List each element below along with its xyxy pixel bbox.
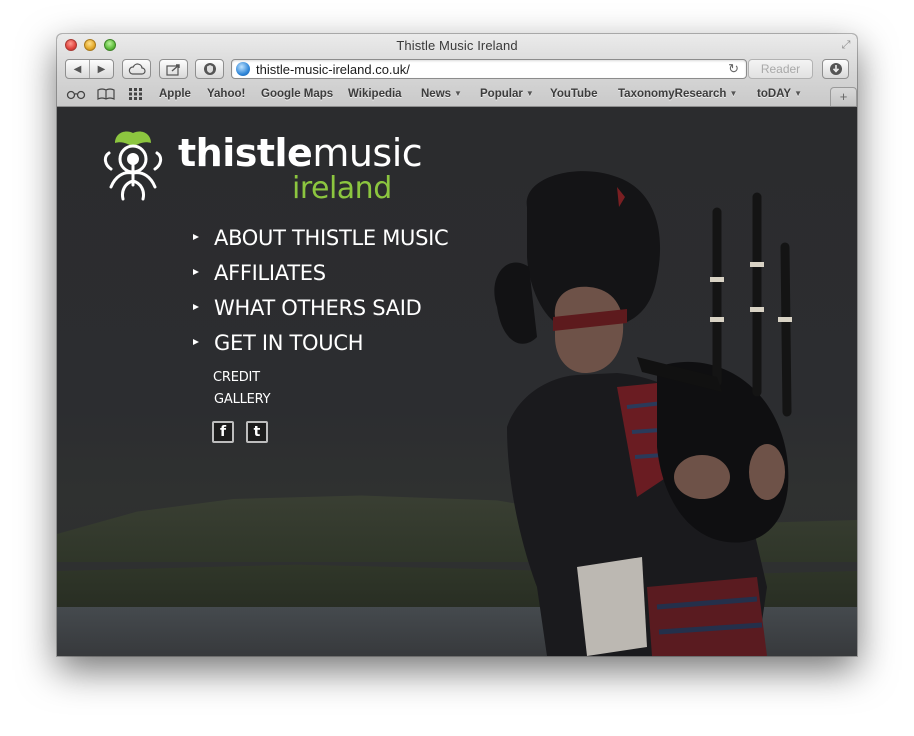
reading-list-icon[interactable] [66, 87, 86, 105]
credit-link[interactable]: CREDIT [213, 370, 260, 385]
new-tab-button[interactable]: + [830, 87, 857, 106]
dropdown-caret-icon: ▼ [454, 89, 462, 98]
triangle-bullet-icon [193, 304, 199, 310]
gallery-link[interactable]: GALLERY [214, 392, 271, 407]
fullscreen-icon[interactable]: ⤢ [839, 38, 853, 52]
globe-icon [236, 62, 250, 76]
logo-word-bold: thistle [178, 131, 313, 175]
nav-item-label: AFFILIATES [214, 261, 326, 285]
nav-item-label: WHAT OTHERS SAID [214, 296, 422, 320]
bookmark-folder-popular[interactable]: Popular ▼ [480, 88, 534, 100]
extension-button[interactable] [195, 59, 224, 79]
bagpiper-photo [494, 171, 792, 656]
dropdown-caret-icon: ▼ [794, 89, 803, 98]
bookmark-label: TaxonomyResearch [618, 88, 727, 100]
share-icon [165, 63, 180, 76]
bookmark-label: Yahoo! [207, 88, 246, 100]
bookmark-label: Google Maps [261, 88, 334, 100]
nav-item-label: ABOUT THISTLE MUSIC [214, 226, 449, 250]
bookmark-folder-taxonomyresearch[interactable]: TaxonomyResearch ▼ [618, 88, 737, 100]
back-arrow-icon[interactable]: ◀ [66, 64, 89, 75]
address-bar[interactable]: thistle-music-ireland.co.uk/ ↻ [231, 59, 747, 79]
top-sites-grid-icon[interactable] [128, 87, 144, 105]
triangle-bullet-icon [193, 269, 199, 275]
cloud-icon [128, 63, 146, 75]
download-icon [829, 63, 842, 75]
bookmark-youtube[interactable]: YouTube [550, 88, 597, 100]
bookmark-label: toDAY [757, 88, 792, 100]
bookmark-apple[interactable]: Apple [159, 88, 191, 100]
bookmark-folder-today[interactable]: toDAY ▼ [757, 88, 802, 100]
facebook-icon[interactable]: f [212, 421, 234, 443]
logo-subtitle: ireland [292, 171, 392, 206]
bookmarks-book-icon[interactable] [97, 87, 115, 105]
reload-icon[interactable]: ↻ [728, 61, 739, 77]
nav-item-label: GET IN TOUCH [214, 331, 364, 355]
bookmark-label: YouTube [550, 88, 598, 100]
twitter-icon[interactable]: t [246, 421, 268, 443]
logo-wordmark: thistlemusic [178, 131, 423, 175]
bookmark-google-maps[interactable]: Google Maps [261, 88, 333, 100]
bookmark-label: Popular [480, 88, 523, 100]
bookmark-label: Wikipedia [348, 88, 402, 100]
bookmark-yahoo[interactable]: Yahoo! [207, 88, 245, 100]
browser-window: Thistle Music Ireland ⤢ ◀ ▶ thistle-musi… [57, 34, 857, 656]
forward-arrow-icon[interactable]: ▶ [90, 64, 113, 75]
logo-word-light: music [312, 131, 423, 175]
window-title: Thistle Music Ireland [396, 38, 518, 53]
web-content: thistlemusic ireland ABOUT THISTLE MUSIC… [57, 107, 857, 656]
triangle-bullet-icon [193, 234, 199, 240]
back-forward-group: ◀ ▶ [65, 59, 114, 79]
reader-button[interactable]: Reader [748, 59, 813, 79]
bookmark-folder-news[interactable]: News ▼ [421, 88, 462, 100]
bookmark-label: Apple [159, 88, 191, 100]
url-text[interactable]: thistle-music-ireland.co.uk/ [256, 62, 410, 77]
dropdown-caret-icon: ▼ [525, 89, 534, 98]
dropdown-caret-icon: ▼ [729, 89, 738, 98]
bookmark-wikipedia[interactable]: Wikipedia [348, 88, 402, 100]
icloud-tabs-button[interactable] [122, 59, 151, 79]
bookmark-label: News [421, 88, 452, 100]
bookmarks-bar: Apple Yahoo! Google Maps Wikipedia News ▼… [57, 86, 857, 106]
site-logo[interactable]: thistlemusic ireland [101, 129, 423, 206]
browser-toolbar: Thistle Music Ireland ⤢ ◀ ▶ thistle-musi… [57, 34, 857, 107]
thistle-logo-icon [103, 131, 163, 201]
share-button[interactable] [159, 59, 188, 79]
shield-icon [203, 63, 216, 75]
downloads-button[interactable] [822, 59, 849, 79]
triangle-bullet-icon [193, 339, 199, 345]
